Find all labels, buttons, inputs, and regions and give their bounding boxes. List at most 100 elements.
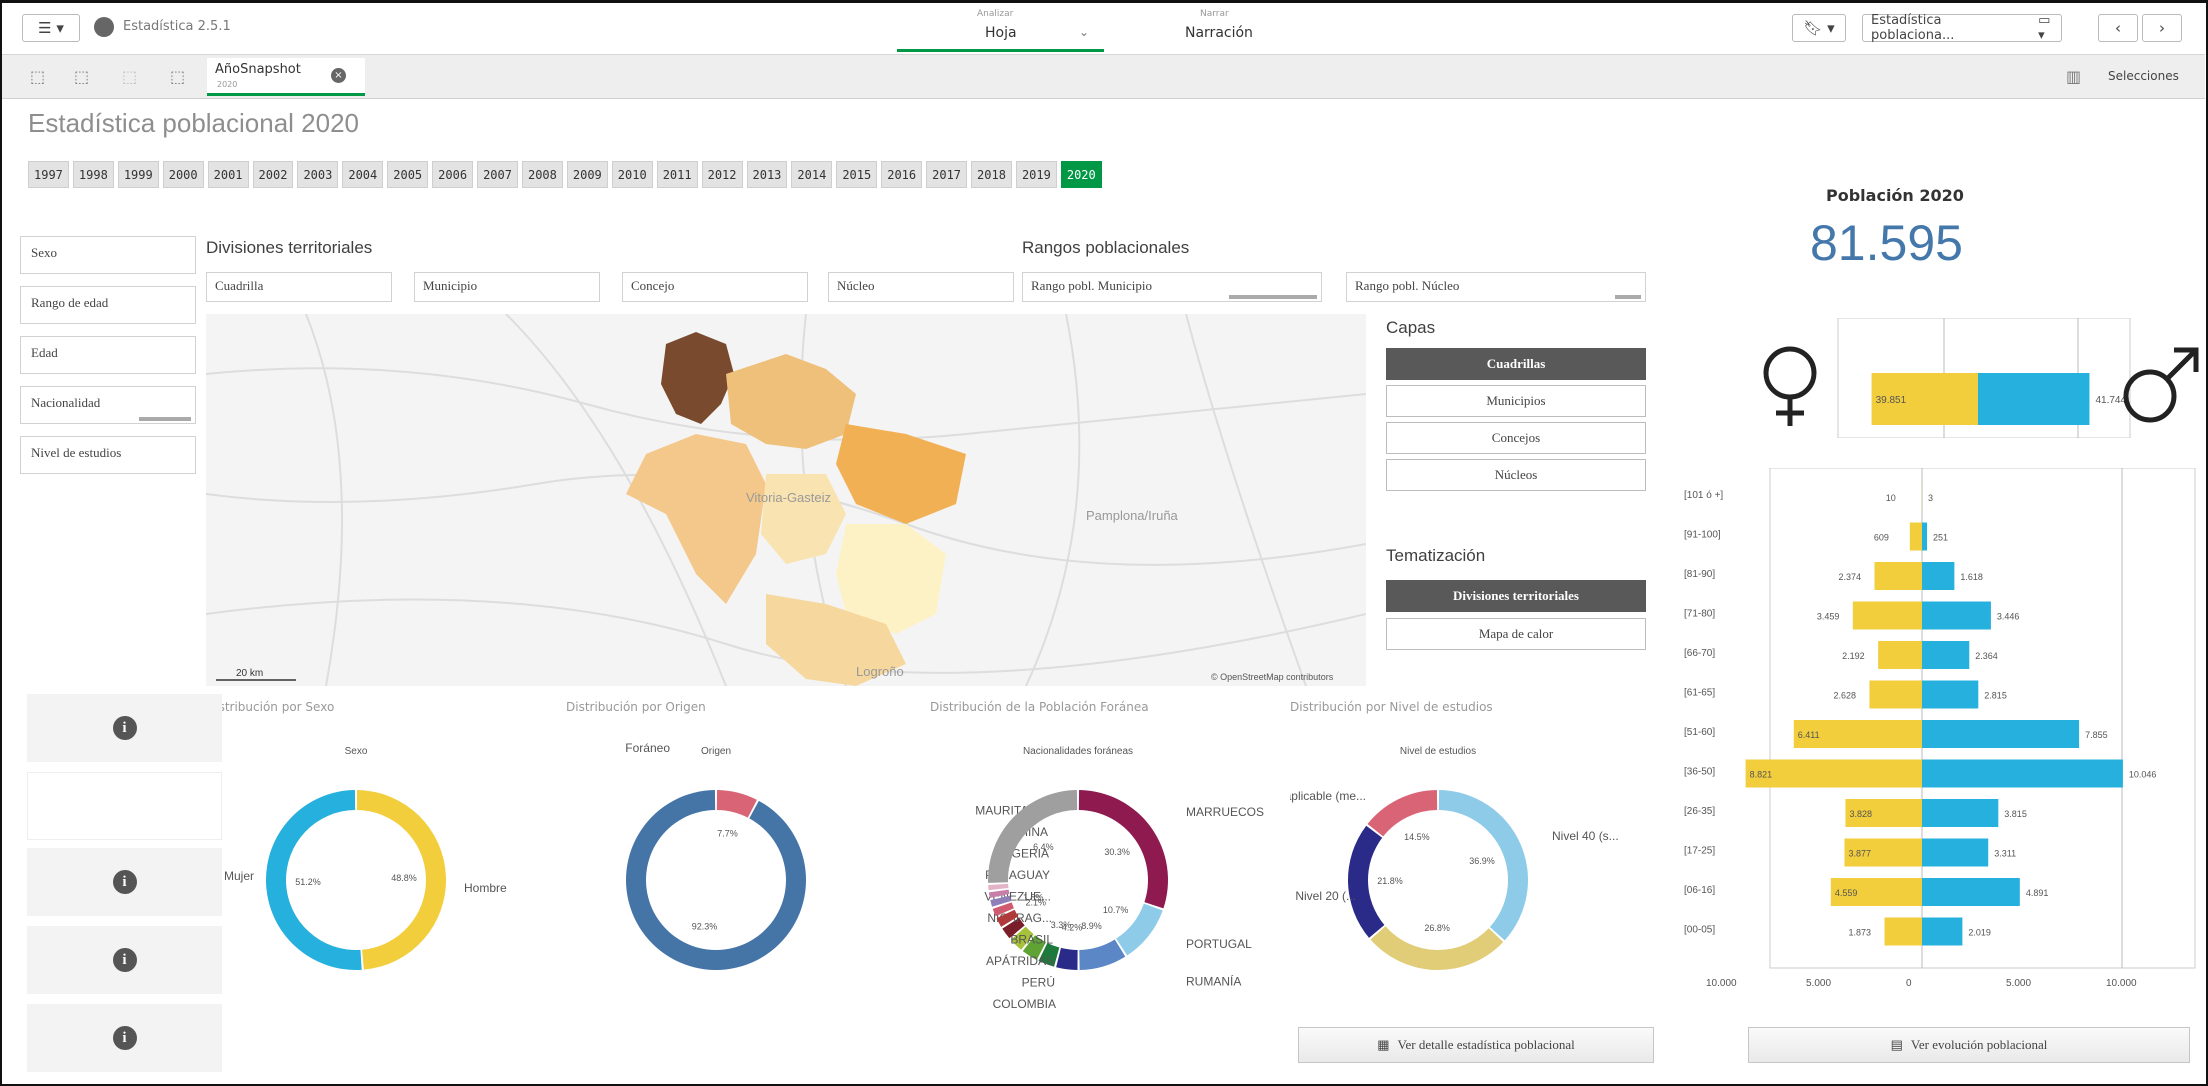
year-2006[interactable]: 2006	[432, 161, 474, 188]
year-2017[interactable]: 2017	[926, 161, 968, 188]
filter-rango-de-edad[interactable]: Rango de edad	[20, 286, 196, 324]
clear-selections-icon[interactable]: ⬚	[170, 67, 185, 86]
filter-label: Cuadrilla	[215, 278, 264, 293]
year-2010[interactable]: 2010	[611, 161, 653, 188]
bookmark-chip[interactable]: AñoSnapshot 2020 ×	[207, 58, 365, 96]
selections-label[interactable]: Selecciones	[2108, 69, 2179, 83]
analyze-label: Analizar	[977, 9, 1014, 19]
filter-municipio[interactable]: Municipio	[414, 272, 600, 302]
male-bar[interactable]	[1978, 373, 2090, 425]
filter-cuadrilla[interactable]: Cuadrilla	[206, 272, 392, 302]
evolution-button[interactable]: ▤ Ver evolución poblacional	[1748, 1027, 2190, 1063]
theming-button-1[interactable]: Mapa de calor	[1386, 618, 1646, 650]
pyramid-category-label: [66-70]	[1684, 648, 1715, 659]
map[interactable]: Vitoria-Gasteiz Pamplona/Iruña Logroño 2…	[206, 314, 1366, 686]
next-sheet-button[interactable]: ›	[2142, 14, 2182, 42]
year-2009[interactable]: 2009	[566, 161, 608, 188]
year-2015[interactable]: 2015	[836, 161, 878, 188]
pyramid-male-bar[interactable]	[1922, 562, 1955, 590]
year-2001[interactable]: 2001	[207, 161, 249, 188]
filter-núcleo[interactable]: Núcleo	[828, 272, 1014, 302]
info-box-3[interactable]: i	[27, 926, 222, 994]
pyramid-female-bar[interactable]	[1878, 641, 1922, 669]
year-2003[interactable]: 2003	[297, 161, 339, 188]
year-1999[interactable]: 1999	[117, 161, 159, 188]
pyramid-female-bar[interactable]	[1874, 562, 1922, 590]
donut-value-label: 26.8%	[1424, 923, 1450, 933]
year-2011[interactable]: 2011	[656, 161, 698, 188]
theming-heading: Tematización	[1386, 546, 1486, 565]
donut-panel-title: Distribución por Sexo	[206, 700, 335, 714]
filter-sexo[interactable]: Sexo	[20, 236, 196, 274]
layer-button-2[interactable]: Concejos	[1386, 422, 1646, 454]
pyramid-male-bar[interactable]	[1922, 641, 1970, 669]
previous-sheet-button[interactable]: ‹	[2098, 14, 2138, 42]
year-2008[interactable]: 2008	[521, 161, 563, 188]
filter-concejo[interactable]: Concejo	[622, 272, 808, 302]
pyramid-male-bar[interactable]	[1922, 522, 1928, 551]
year-2004[interactable]: 2004	[342, 161, 384, 188]
year-1997[interactable]: 1997	[28, 161, 69, 188]
year-2016[interactable]: 2016	[881, 161, 923, 188]
donut-panel-2: Distribución de la Población Foránea Naci…	[930, 700, 1290, 1020]
year-2013[interactable]: 2013	[746, 161, 788, 188]
info-box-4[interactable]: i	[27, 1004, 222, 1072]
info-box-1[interactable]: i	[27, 694, 222, 762]
pyramid-category-label: [71-80]	[1684, 609, 1715, 620]
year-2002[interactable]: 2002	[252, 161, 294, 188]
filter-nivel-de-estudios[interactable]: Nivel de estudios	[20, 436, 196, 474]
smart-search-icon[interactable]: ⬚	[30, 67, 45, 86]
narrate-tab[interactable]: Narrar Narración	[1122, 3, 1282, 52]
year-2019[interactable]: 2019	[1015, 161, 1057, 188]
year-2018[interactable]: 2018	[971, 161, 1012, 188]
donut-slice[interactable]	[1079, 939, 1126, 970]
theming-button-0[interactable]: Divisiones territoriales	[1386, 580, 1646, 612]
step-forward-icon[interactable]: ⬚	[122, 67, 137, 86]
pyramid-male-bar[interactable]	[1922, 799, 1999, 827]
filter-range-1[interactable]: Rango pobl. Núcleo	[1346, 272, 1646, 302]
donut-slice[interactable]	[626, 790, 806, 970]
pyramid-male-bar[interactable]	[1922, 838, 1989, 867]
year-2005[interactable]: 2005	[387, 161, 429, 188]
year-1998[interactable]: 1998	[72, 161, 114, 188]
filter-nacionalidad[interactable]: Nacionalidad	[20, 386, 196, 424]
pyramid-male-bar[interactable]	[1922, 680, 1979, 709]
info-box-2[interactable]: i	[27, 848, 222, 916]
detail-button[interactable]: ▦ Ver detalle estadística poblacional	[1298, 1027, 1654, 1063]
year-2000[interactable]: 2000	[162, 161, 204, 188]
sheet-selector[interactable]: Estadística poblaciona... ▭ ▾	[1862, 13, 2062, 43]
layer-button-1[interactable]: Municipios	[1386, 385, 1646, 417]
pyramid-male-bar[interactable]	[1922, 759, 2123, 788]
bookmark-button[interactable]: 🔖︎ ▾	[1792, 14, 1846, 42]
donut-slice[interactable]	[716, 790, 757, 818]
pyramid-female-bar[interactable]	[1909, 522, 1922, 551]
year-2007[interactable]: 2007	[477, 161, 518, 188]
map-attribution[interactable]: © OpenStreetMap contributors	[1211, 672, 1334, 682]
filter-range-0[interactable]: Rango pobl. Municipio	[1022, 272, 1322, 302]
pyramid-male-bar[interactable]	[1922, 878, 2020, 906]
map-region-7[interactable]	[761, 474, 846, 564]
map-region-4[interactable]	[626, 434, 766, 604]
filter-label: Concejo	[631, 278, 675, 293]
pyramid-male-bar[interactable]	[1922, 720, 2080, 748]
filter-edad[interactable]: Edad	[20, 336, 196, 374]
map-region-3[interactable]	[836, 424, 966, 524]
pyramid-male-bar[interactable]	[1922, 917, 1963, 946]
donut-slice[interactable]	[1367, 790, 1438, 837]
donut-slice[interactable]	[1056, 947, 1078, 970]
pyramid-female-bar[interactable]	[1884, 917, 1922, 946]
map-region-1[interactable]	[661, 332, 734, 424]
layer-button-0[interactable]: Cuadrillas	[1386, 348, 1646, 380]
year-2012[interactable]: 2012	[701, 161, 743, 188]
pyramid-female-bar[interactable]	[1852, 601, 1922, 630]
analyze-tab[interactable]: Analizar Hoja ⌄	[897, 3, 1104, 52]
menu-button[interactable]: ☰ ▾	[22, 14, 80, 42]
close-icon[interactable]: ×	[331, 68, 346, 83]
step-back-icon[interactable]: ⬚	[74, 67, 89, 86]
pyramid-female-bar[interactable]	[1869, 680, 1922, 709]
layer-button-3[interactable]: Núcleos	[1386, 459, 1646, 491]
year-2020[interactable]: 2020	[1060, 161, 1102, 188]
year-2014[interactable]: 2014	[791, 161, 833, 188]
pyramid-male-bar[interactable]	[1922, 601, 1991, 630]
donut-category-label: Mujer	[224, 869, 254, 883]
